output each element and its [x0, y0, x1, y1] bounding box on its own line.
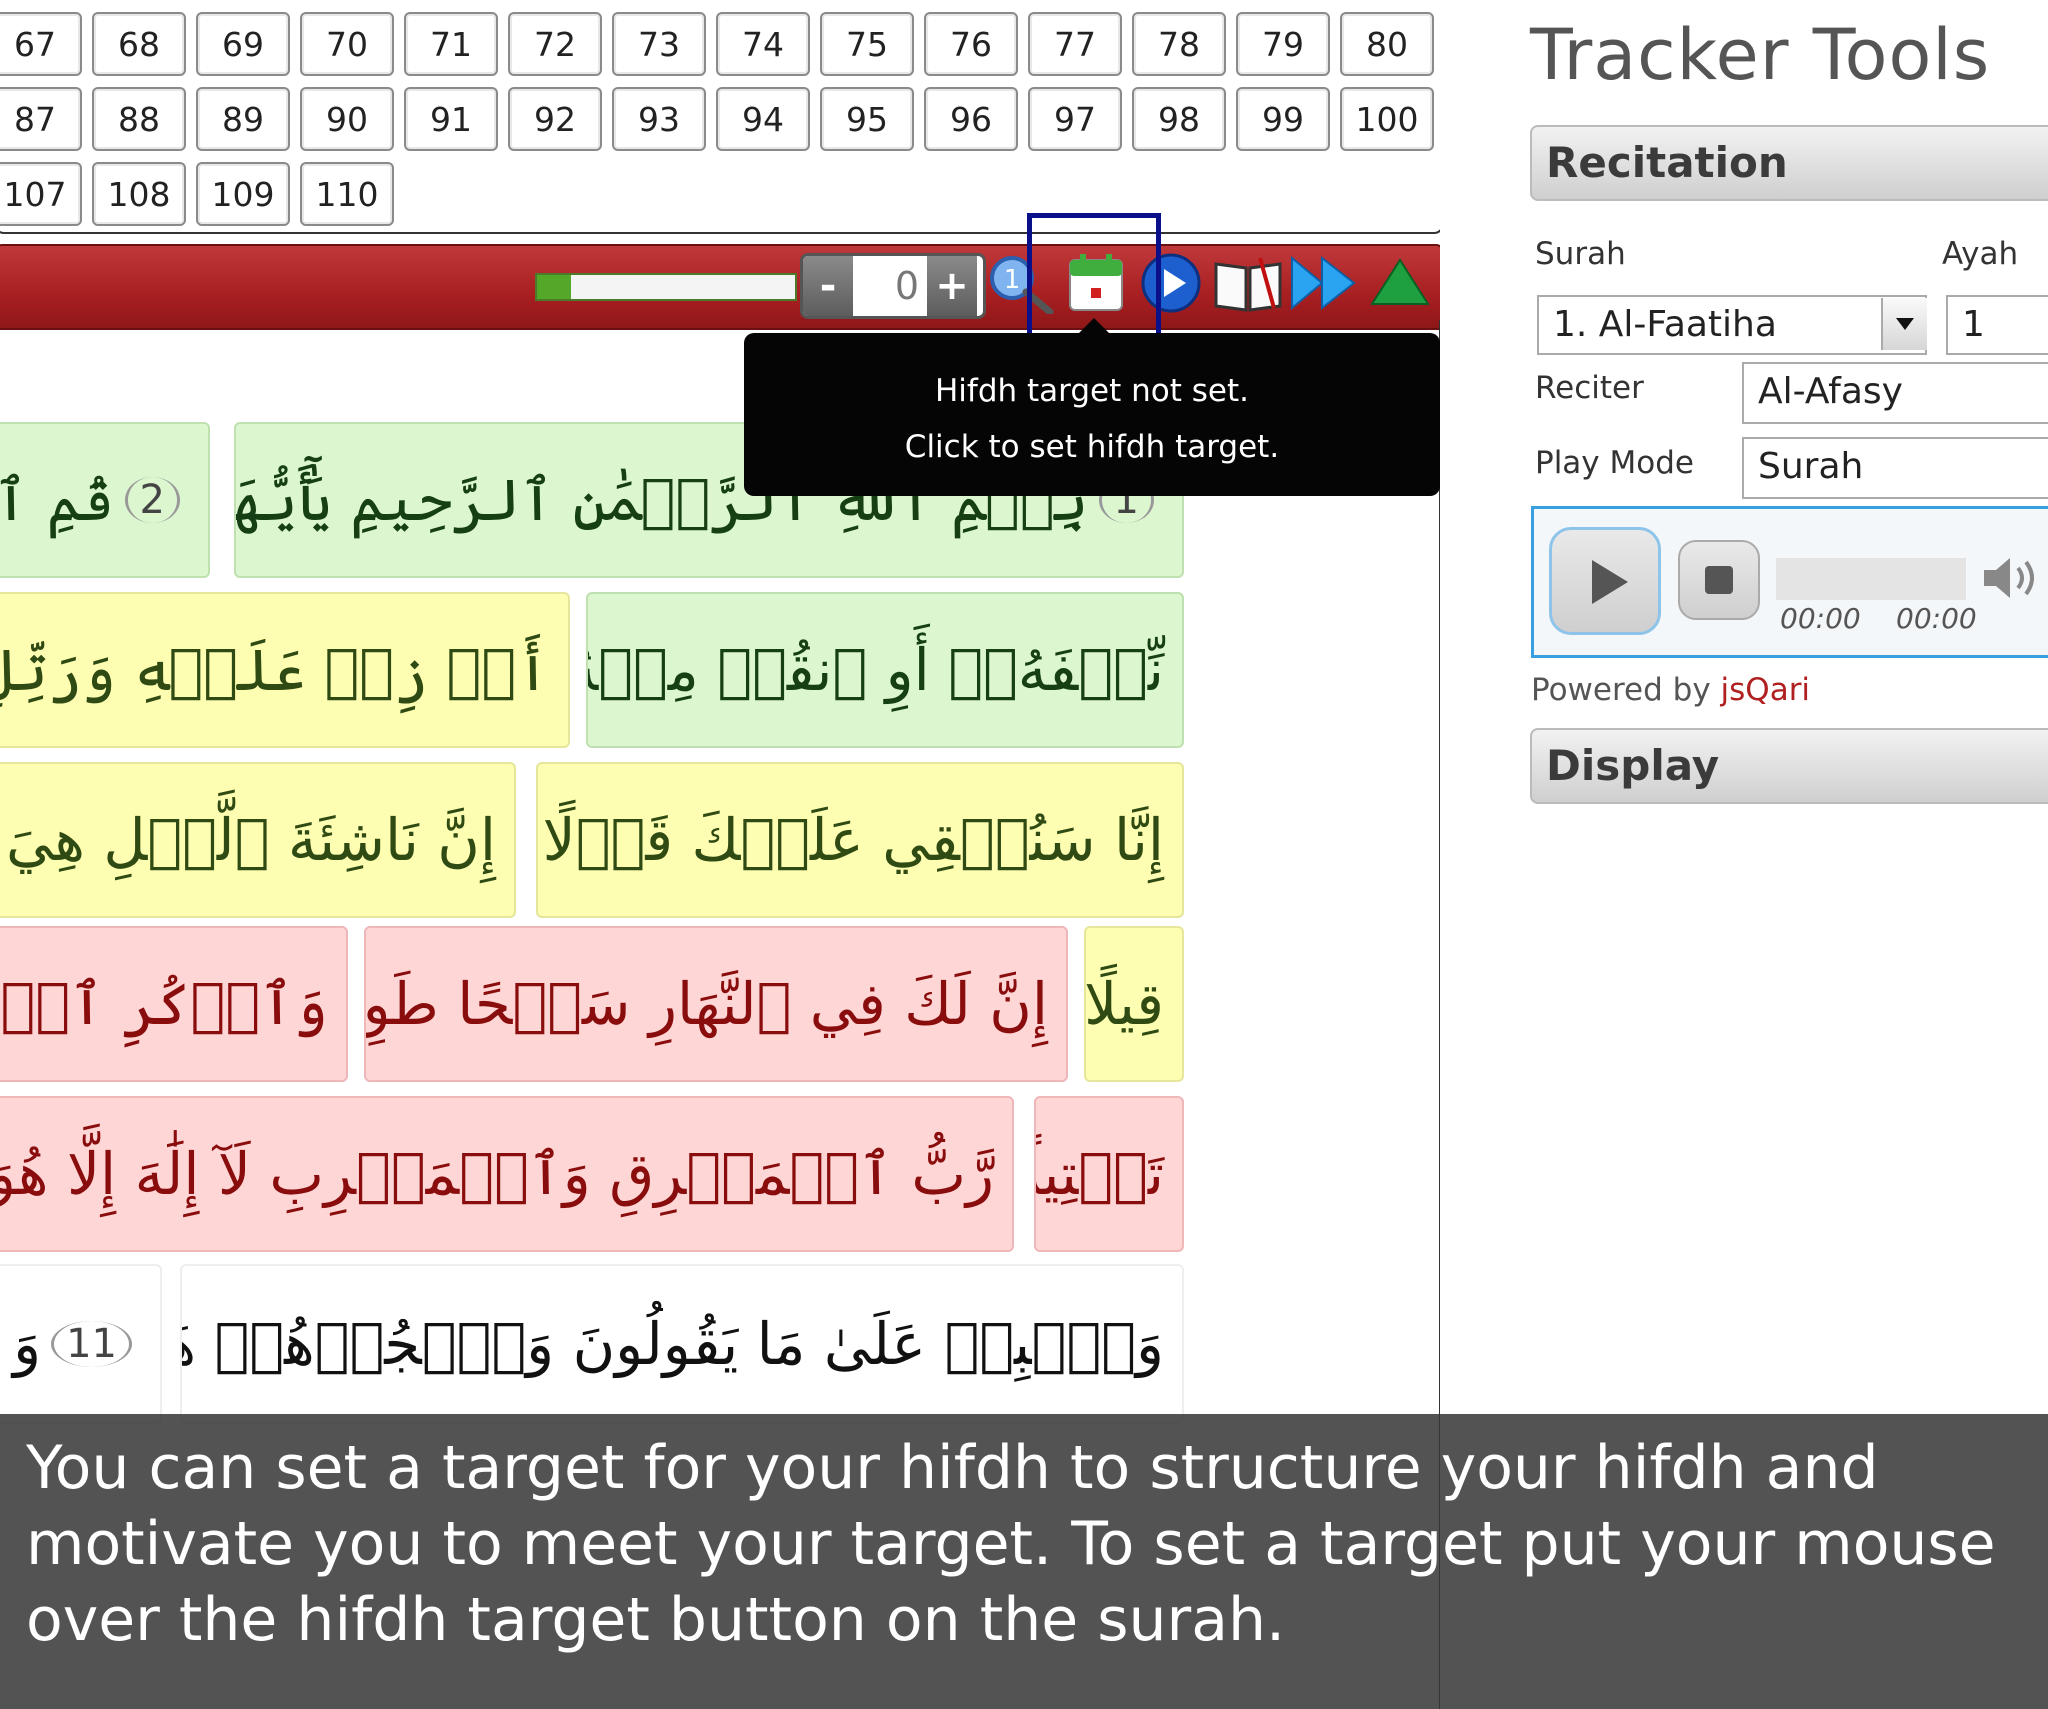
stepper-value[interactable]: 0: [853, 256, 925, 316]
ayah-tile[interactable]: تَبۡتِيلًا: [1034, 1096, 1184, 1252]
page-button[interactable]: 87: [0, 87, 82, 151]
stop-button[interactable]: [1678, 540, 1760, 620]
playmode-select[interactable]: Surah: [1742, 437, 2048, 499]
ayah-text: وَٱذۡكُرِ ٱسۡ: [0, 970, 328, 1038]
page-button[interactable]: 95: [820, 87, 914, 151]
page-button[interactable]: 107: [0, 162, 82, 226]
svg-text:1: 1: [1004, 265, 1021, 295]
page-button[interactable]: 109: [196, 162, 290, 226]
ayah-number: 2: [124, 477, 180, 523]
page-button[interactable]: 92: [508, 87, 602, 151]
tooltip-line: Click to set hifdh target.: [904, 429, 1280, 465]
chevron-down-icon[interactable]: [1881, 298, 1927, 350]
audio-seek-bar[interactable]: [1776, 558, 1966, 600]
triangle-up-icon[interactable]: [1368, 252, 1432, 314]
page-button[interactable]: 96: [924, 87, 1018, 151]
ayah-tile[interactable]: 2 قُمِ ٱلَّ: [0, 422, 210, 578]
page-button[interactable]: 67: [0, 12, 82, 76]
display-section-header[interactable]: Display: [1530, 728, 2048, 804]
ayah-tile[interactable]: إِنَّا سَنُلۡقِي عَلَيۡكَ قَوۡلًا ثَقِيل…: [536, 762, 1184, 918]
page-stepper: - 0 +: [800, 253, 986, 319]
ayah-tile[interactable]: أَوۡ زِدۡ عَلَيۡهِ وَرَتِّلِ ٱلۡقُ 4: [0, 592, 570, 748]
ayah-text: قِيلًا: [1084, 970, 1164, 1038]
ayah-tile[interactable]: قِيلًا: [1084, 926, 1184, 1082]
playmode-label: Play Mode: [1535, 445, 1694, 481]
page-button[interactable]: 76: [924, 12, 1018, 76]
ayah-text: إِنَّ نَاشِئَةَ ٱلَّيۡلِ هِيَ: [6, 806, 496, 874]
page-button[interactable]: 99: [1236, 87, 1330, 151]
stepper-plus-button[interactable]: +: [927, 256, 977, 316]
reciter-select[interactable]: Al-Afasy: [1742, 362, 2048, 424]
stepper-minus-button[interactable]: -: [803, 256, 853, 316]
ayah-label: Ayah: [1942, 236, 2019, 272]
ayah-tile[interactable]: نِّصۡفَهُۥٓ أَوِ ٱنقُصۡ مِنۡهُ قَلِيلًا: [586, 592, 1184, 748]
page-button[interactable]: 108: [92, 162, 186, 226]
page-button[interactable]: 93: [612, 87, 706, 151]
page-button[interactable]: 74: [716, 12, 810, 76]
tooltip-line: Hifdh target not set.: [935, 373, 1249, 409]
time-current: 00:00: [1780, 602, 1861, 635]
ayah-text: إِنَّا سَنُلۡقِي عَلَيۡكَ قَوۡلًا ثَقِيل…: [538, 806, 1164, 874]
play-button[interactable]: [1549, 527, 1661, 635]
ayah-number: 11: [51, 1321, 132, 1367]
page-button[interactable]: 70: [300, 12, 394, 76]
ayah-tile[interactable]: وَٱذۡكُرِ ٱسۡ 8: [0, 926, 348, 1082]
page-button[interactable]: 75: [820, 12, 914, 76]
page-button[interactable]: 91: [404, 87, 498, 151]
volume-icon[interactable]: [1982, 556, 2042, 600]
page-button[interactable]: 100: [1340, 87, 1434, 151]
page-button[interactable]: 78: [1132, 12, 1226, 76]
ayah-tile[interactable]: وَٱصۡبِرۡ عَلَىٰ مَا يَقُولُونَ وَٱهۡجُر…: [180, 1264, 1184, 1424]
page-button[interactable]: 88: [92, 87, 186, 151]
page-button[interactable]: 94: [716, 87, 810, 151]
ayah-text: تَبۡتِيلًا: [1036, 1140, 1164, 1208]
hifdh-progress-fill: [537, 275, 571, 299]
fast-forward-icon[interactable]: [1290, 252, 1358, 314]
hifdh-target-tooltip: Hifdh target not set. Click to set hifdh…: [744, 333, 1440, 496]
ayah-text: أَوۡ زِدۡ عَلَيۡهِ وَرَتِّلِ ٱلۡقُ: [0, 636, 550, 704]
powered-by: Powered by jsQari: [1531, 672, 1810, 708]
powered-prefix: Powered by: [1531, 672, 1721, 708]
ayah-tile[interactable]: رَّبُّ ٱلۡمَشۡرِقِ وَٱلۡمَغۡرِبِ لَآ إِل…: [0, 1096, 1014, 1252]
page-button[interactable]: 89: [196, 87, 290, 151]
ayah-text: نِّصۡفَهُۥٓ أَوِ ٱنقُصۡ مِنۡهُ قَلِيلًا: [588, 636, 1164, 704]
ayah-tile[interactable]: إِنَّ نَاشِئَةَ ٱلَّيۡلِ هِيَ 6: [0, 762, 516, 918]
page-button[interactable]: 68: [92, 12, 186, 76]
book-icon[interactable]: [1212, 252, 1284, 314]
ayah-text: رَّبُّ ٱلۡمَشۡرِقِ وَٱلۡمَغۡرِبِ لَآ إِل…: [0, 1140, 994, 1208]
ayah-text: قُمِ ٱلَّ: [0, 466, 115, 534]
jsqari-link[interactable]: jsQari: [1721, 672, 1811, 708]
ayah-tile[interactable]: إِنَّ لَكَ فِي ٱلنَّهَارِ سَبۡحًا طَوِيل…: [364, 926, 1068, 1082]
page-button[interactable]: 80: [1340, 12, 1434, 76]
tutorial-caption-text: You can set a target for your hifdh to s…: [26, 1433, 1996, 1655]
sidebar-title: Tracker Tools: [1530, 14, 1991, 96]
ayah-tile[interactable]: 11 وَ: [0, 1264, 162, 1424]
page-button[interactable]: 79: [1236, 12, 1330, 76]
hifdh-progress-bar: [535, 273, 797, 301]
page-button[interactable]: 73: [612, 12, 706, 76]
ayah-text: وَٱصۡبِرۡ عَلَىٰ مَا يَقُولُونَ وَٱهۡجُر…: [182, 1310, 1164, 1378]
page-button[interactable]: 71: [404, 12, 498, 76]
page-button[interactable]: 90: [300, 87, 394, 151]
page-button[interactable]: 77: [1028, 12, 1122, 76]
time-total: 00:00: [1896, 602, 1977, 635]
page-button[interactable]: 72: [508, 12, 602, 76]
ayah-text: وَ: [13, 1310, 42, 1378]
reciter-label: Reciter: [1535, 370, 1644, 406]
ayah-field[interactable]: 1: [1946, 295, 2048, 355]
page-button[interactable]: 98: [1132, 87, 1226, 151]
page-button[interactable]: 69: [196, 12, 290, 76]
page-button[interactable]: 97: [1028, 87, 1122, 151]
ayah-text: إِنَّ لَكَ فِي ٱلنَّهَارِ سَبۡحًا طَوِيل…: [364, 970, 1048, 1038]
page-button[interactable]: 110: [300, 162, 394, 226]
surah-label: Surah: [1535, 236, 1626, 272]
surah-select[interactable]: 1. Al-Faatiha: [1537, 295, 1927, 355]
recitation-section-header[interactable]: Recitation: [1530, 125, 2048, 201]
